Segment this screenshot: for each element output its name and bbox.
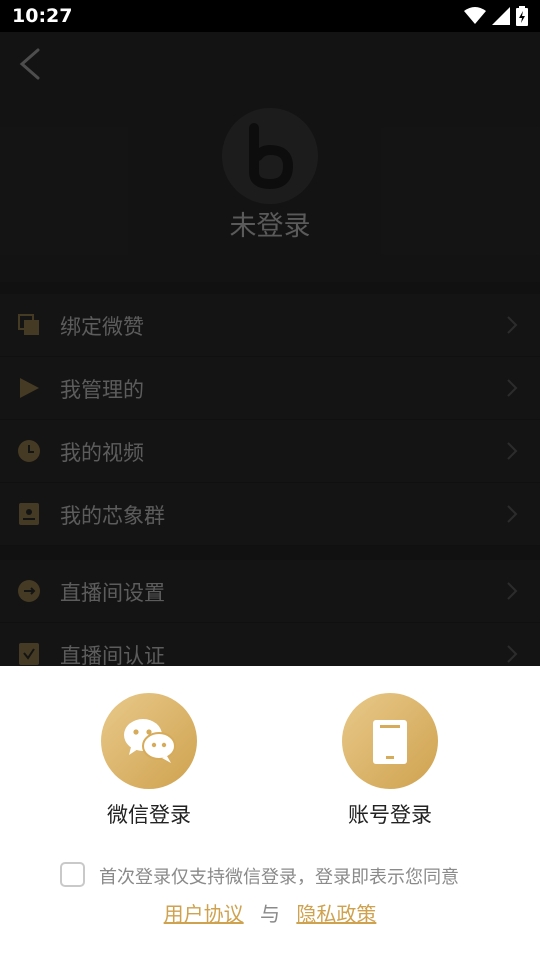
agreement-text: 首次登录仅支持微信登录，登录即表示您同意 <box>99 867 459 888</box>
wifi-icon <box>464 7 486 24</box>
wechat-icon <box>124 719 176 763</box>
login-bottom-sheet: 微信登录 账号登录 首次登录仅支持微信登录，登录即表示您同意 用户协议 与 隐私… <box>0 666 540 960</box>
status-icons <box>464 6 528 26</box>
wechat-login-circle[interactable] <box>101 693 197 789</box>
signal-icon <box>492 7 510 25</box>
account-login-button[interactable]: 账号登录 <box>320 693 460 829</box>
user-agreement-link[interactable]: 用户协议 <box>164 902 244 926</box>
phone-icon <box>373 720 407 764</box>
agreement-row: 首次登录仅支持微信登录，登录即表示您同意 <box>60 862 500 888</box>
agreement-links: 用户协议 与 隐私政策 <box>0 898 540 927</box>
status-bar: 10:27 <box>0 0 540 32</box>
privacy-policy-link[interactable]: 隐私政策 <box>296 902 376 926</box>
status-time: 10:27 <box>12 5 73 27</box>
account-login-circle[interactable] <box>342 693 438 789</box>
wechat-login-button[interactable]: 微信登录 <box>79 693 219 829</box>
dim-overlay[interactable] <box>0 32 540 666</box>
agreement-checkbox[interactable] <box>60 862 85 887</box>
account-login-label[interactable]: 账号登录 <box>320 799 460 829</box>
wechat-login-label[interactable]: 微信登录 <box>79 799 219 829</box>
and-text: 与 <box>260 902 280 926</box>
battery-icon <box>516 6 528 26</box>
